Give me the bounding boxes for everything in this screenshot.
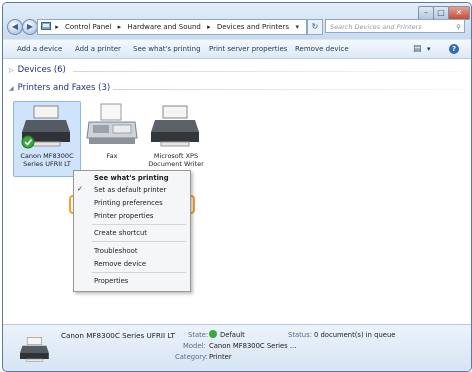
command-bar: Add a device Add a printer See what's pr… xyxy=(3,40,471,59)
details-pane: Canon MF8300C Series UFRII LT State: Def… xyxy=(3,324,471,371)
search-icon[interactable]: ⚲ xyxy=(456,20,461,34)
menu-item-remove-device[interactable]: Remove device xyxy=(94,260,146,268)
menu-item-see-whats-printing[interactable]: See what's printing xyxy=(94,174,169,182)
details-category-label: Category: xyxy=(175,353,208,361)
group-divider xyxy=(113,89,463,90)
back-button[interactable]: ◀ xyxy=(7,19,23,35)
context-menu: See what's printing ✓ Set as default pri… xyxy=(73,170,191,292)
menu-item-create-shortcut[interactable]: Create shortcut xyxy=(94,229,147,237)
breadcrumb-hardware-and-sound[interactable]: Hardware and Sound xyxy=(127,23,200,31)
details-model-label: Model: xyxy=(183,342,206,350)
menu-item-set-default-printer[interactable]: Set as default printer xyxy=(94,186,166,194)
group-printers-and-faxes[interactable]: ◢ Printers and Faxes (3) xyxy=(9,83,110,93)
printer-icon xyxy=(21,105,70,149)
address-bar[interactable]: ▸ Control Panel ▸ Hardware and Sound ▸ D… xyxy=(37,19,307,35)
checkmark-icon: ✓ xyxy=(77,185,83,193)
expanded-arrow-icon: ◢ xyxy=(9,85,14,92)
help-icon[interactable]: ? xyxy=(449,44,459,54)
details-model-value: Canon MF8300C Series ... xyxy=(209,342,297,350)
details-status-value: 0 document(s) in queue xyxy=(314,331,396,339)
printer-icon xyxy=(151,105,199,147)
address-dropdown-icon[interactable]: ▾ xyxy=(295,20,299,34)
add-device-button[interactable]: Add a device xyxy=(17,40,62,58)
breadcrumb-control-panel[interactable]: Control Panel xyxy=(65,23,111,31)
default-printer-check-icon xyxy=(21,135,35,149)
minimize-button[interactable]: – xyxy=(418,6,434,20)
title-bar: – □ ✕ ◀ ▶ ▸ Control Panel ▸ Hardware and… xyxy=(3,3,471,39)
add-printer-button[interactable]: Add a printer xyxy=(75,40,121,58)
menu-item-printing-preferences[interactable]: Printing preferences xyxy=(94,199,163,207)
change-view-icon[interactable]: ▤ xyxy=(413,40,422,58)
details-state-value: Default xyxy=(220,331,245,339)
printer-name-line1: Microsoft XPS xyxy=(153,152,199,160)
menu-separator xyxy=(92,241,186,242)
default-badge-icon xyxy=(209,330,217,338)
group-printers-label: Printers and Faxes (3) xyxy=(17,83,111,93)
details-device-name: Canon MF8300C Series UFRII LT xyxy=(61,331,175,340)
menu-item-printer-properties[interactable]: Printer properties xyxy=(94,212,153,220)
details-state-label: State: xyxy=(188,331,209,339)
menu-item-troubleshoot[interactable]: Troubleshoot xyxy=(94,247,137,255)
remove-device-button[interactable]: Remove device xyxy=(295,40,349,58)
menu-separator xyxy=(92,272,186,273)
breadcrumb-separator: ▸ xyxy=(55,23,59,31)
group-devices-label: Devices (6) xyxy=(17,65,66,75)
menu-separator xyxy=(92,224,186,225)
group-divider xyxy=(73,71,463,72)
menu-item-properties[interactable]: Properties xyxy=(94,277,128,285)
printer-icon xyxy=(20,337,49,362)
search-input[interactable]: Search Devices and Printers ⚲ xyxy=(325,19,465,33)
printer-name-line1: Canon MF8300C xyxy=(20,152,74,160)
printer-name-line2: Document Writer xyxy=(148,160,204,168)
printer-name-line1: Fax xyxy=(106,152,118,160)
printer-fax[interactable]: Fax xyxy=(79,102,145,172)
collapsed-arrow-icon: ▷ xyxy=(9,67,14,74)
see-whats-printing-button[interactable]: See what's printing xyxy=(133,40,201,58)
breadcrumb-separator: ▸ xyxy=(117,23,122,31)
printer-microsoft-xps[interactable]: Microsoft XPS Document Writer xyxy=(143,102,209,176)
printer-name-line2: Series UFRII LT xyxy=(23,160,71,168)
breadcrumb-separator: ▸ xyxy=(207,23,211,31)
refresh-button[interactable]: ↻ xyxy=(307,19,323,35)
group-devices[interactable]: ▷ Devices (6) xyxy=(9,65,66,75)
maximize-button[interactable]: □ xyxy=(433,6,449,20)
print-server-properties-button[interactable]: Print server properties xyxy=(209,40,287,58)
view-dropdown-icon[interactable]: ▾ xyxy=(427,40,431,58)
forward-button[interactable]: ▶ xyxy=(22,19,38,35)
search-placeholder: Search Devices and Printers xyxy=(330,23,422,31)
close-button[interactable]: ✕ xyxy=(448,6,470,20)
details-category-value: Printer xyxy=(209,353,232,361)
fax-icon xyxy=(86,103,138,144)
printer-canon-mf8300c[interactable]: Canon MF8300C Series UFRII LT xyxy=(13,101,81,177)
control-panel-icon xyxy=(41,22,51,30)
details-status-label: Status: xyxy=(288,331,312,339)
breadcrumb-devices-and-printers[interactable]: Devices and Printers xyxy=(217,23,289,31)
